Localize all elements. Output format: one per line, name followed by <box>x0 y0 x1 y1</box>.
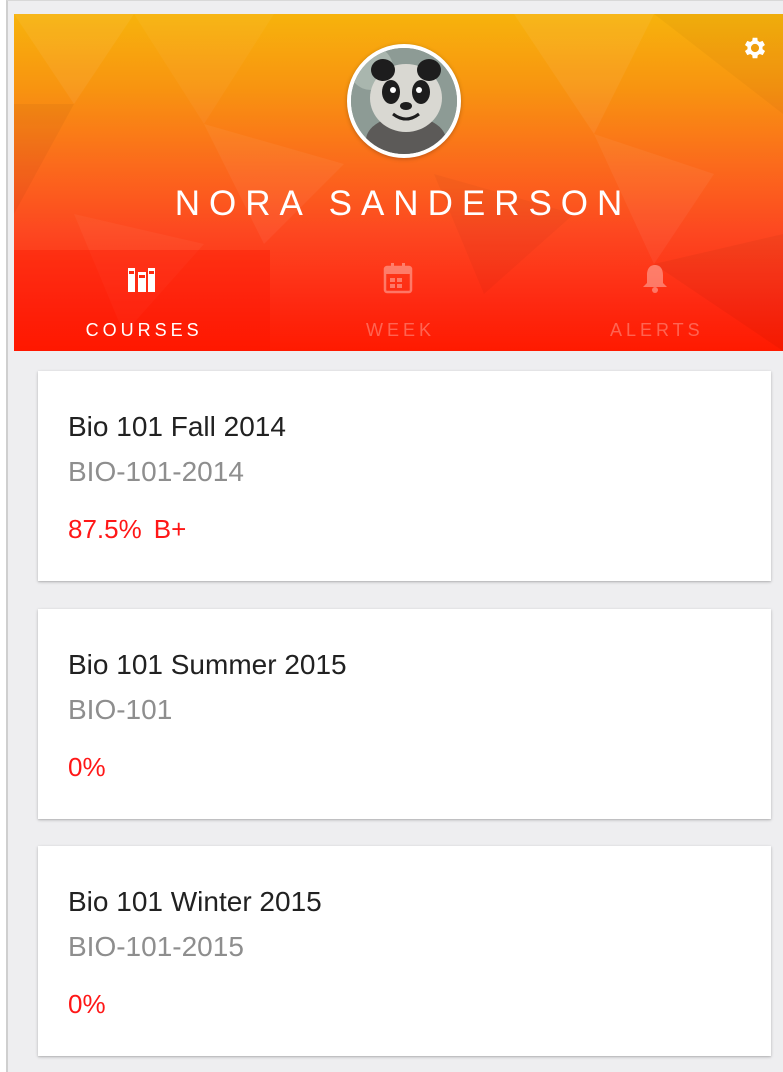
tab-week-label: WEEK <box>365 320 435 340</box>
tab-courses[interactable]: COURSES <box>14 250 271 351</box>
courses-icon <box>128 268 156 292</box>
course-card[interactable]: Bio 101 Winter 2015 BIO-101-2015 0% <box>38 846 771 1056</box>
grade-percent: 0% <box>68 989 106 1019</box>
course-title: Bio 101 Summer 2015 <box>68 649 347 680</box>
gear-icon <box>744 37 766 59</box>
course-code: BIO-101-2014 <box>68 456 244 487</box>
course-grade: 0% <box>68 752 118 783</box>
profile-header: NORA SANDERSON COURSES WEEK ALERTS <box>14 14 783 351</box>
course-title: Bio 101 Fall 2014 <box>68 411 286 442</box>
course-grade: 87.5% B+ <box>68 514 198 545</box>
tab-alerts[interactable]: ALERTS <box>527 250 783 351</box>
tab-courses-label: COURSES <box>85 320 203 340</box>
tab-alerts-label: ALERTS <box>609 320 704 340</box>
bell-icon <box>642 265 667 293</box>
settings-button[interactable] <box>741 34 769 62</box>
grade-percent: 87.5% <box>68 514 142 544</box>
course-code: BIO-101 <box>68 694 173 725</box>
course-card[interactable]: Bio 101 Summer 2015 BIO-101 0% <box>38 609 771 819</box>
course-card[interactable]: Bio 101 Fall 2014 BIO-101-2014 87.5% B+ <box>38 371 771 581</box>
avatar-panda-photo <box>351 48 457 154</box>
course-code: BIO-101-2015 <box>68 931 244 962</box>
grade-letter: B+ <box>153 514 187 544</box>
course-title: Bio 101 Winter 2015 <box>68 886 322 917</box>
tab-bar: COURSES WEEK ALERTS <box>14 250 783 351</box>
avatar[interactable] <box>347 44 461 158</box>
calendar-icon <box>384 263 413 294</box>
grade-percent: 0% <box>68 752 106 782</box>
tab-week[interactable]: WEEK <box>270 250 526 351</box>
course-grade: 0% <box>68 989 118 1020</box>
student-name: NORA SANDERSON <box>174 184 632 223</box>
